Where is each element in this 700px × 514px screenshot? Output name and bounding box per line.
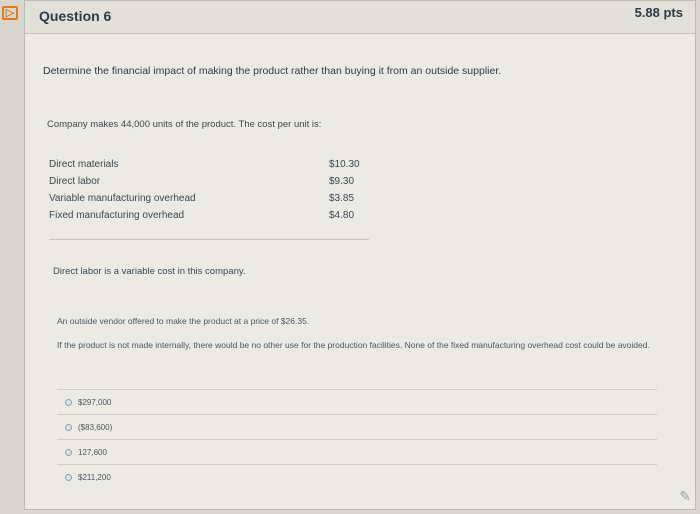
cost-label: Variable manufacturing overhead bbox=[49, 193, 196, 204]
radio-button[interactable] bbox=[65, 473, 72, 481]
answer-list: $297,000 ($83,600) 127,600 $211,200 bbox=[57, 389, 657, 489]
question-header: Question 6 5.88 pts bbox=[25, 1, 695, 34]
answer-label[interactable]: $297,000 bbox=[78, 398, 111, 407]
answer-option[interactable]: $297,000 bbox=[57, 389, 657, 414]
radio-button[interactable] bbox=[65, 448, 72, 456]
radio-button[interactable] bbox=[65, 398, 72, 406]
cost-row: Variable manufacturing overhead $3.85 bbox=[49, 193, 369, 210]
table-divider bbox=[49, 239, 369, 240]
answer-option[interactable]: 127,600 bbox=[57, 439, 657, 464]
answer-option[interactable]: $211,200 bbox=[57, 464, 657, 489]
cost-row: Direct labor $9.30 bbox=[49, 176, 369, 193]
note-variable-cost: Direct labor is a variable cost in this … bbox=[53, 266, 246, 277]
cost-value: $9.30 bbox=[329, 176, 355, 187]
question-intro: Company makes 44,000 units of the produc… bbox=[47, 119, 322, 130]
cost-label: Fixed manufacturing overhead bbox=[49, 210, 185, 221]
cost-value: $3.85 bbox=[329, 193, 355, 204]
answer-label[interactable]: $211,200 bbox=[78, 473, 111, 482]
question-prompt: Determine the financial impact of making… bbox=[43, 65, 502, 77]
cost-row: Fixed manufacturing overhead $4.80 bbox=[49, 210, 369, 227]
answer-label[interactable]: 127,600 bbox=[78, 448, 107, 457]
cost-table: Direct materials $10.30 Direct labor $9.… bbox=[49, 159, 369, 227]
cost-value: $4.80 bbox=[329, 210, 355, 221]
cost-label: Direct labor bbox=[49, 176, 101, 187]
answer-option[interactable]: ($83,600) bbox=[57, 414, 657, 439]
question-card: Question 6 5.88 pts Determine the financ… bbox=[24, 0, 696, 510]
cost-row: Direct materials $10.30 bbox=[49, 159, 369, 176]
note-fixed-overhead: If the product is not made internally, t… bbox=[57, 340, 650, 350]
cost-value: $10.30 bbox=[329, 159, 360, 170]
note-vendor-offer: An outside vendor offered to make the pr… bbox=[57, 316, 310, 326]
radio-button[interactable] bbox=[65, 423, 72, 431]
answer-label[interactable]: ($83,600) bbox=[78, 423, 112, 432]
pencil-icon: ✎ bbox=[679, 488, 691, 504]
cost-label: Direct materials bbox=[49, 159, 119, 170]
flag-question-icon[interactable]: ▷ bbox=[2, 6, 18, 20]
question-points: 5.88 pts bbox=[634, 5, 683, 20]
question-title: Question 6 bbox=[39, 8, 112, 24]
